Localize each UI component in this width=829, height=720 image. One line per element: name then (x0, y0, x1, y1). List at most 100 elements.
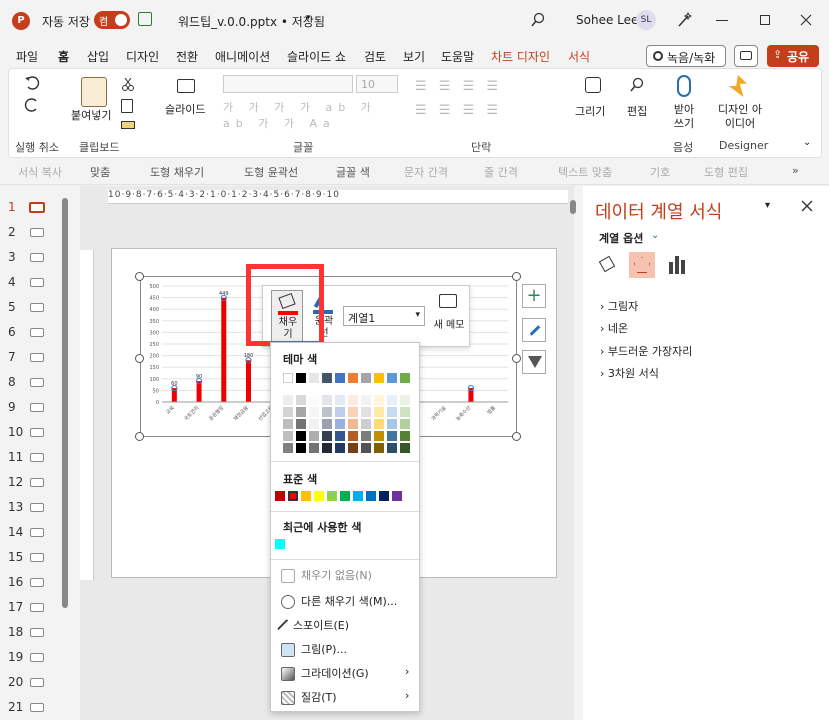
more-icon[interactable]: » (792, 164, 799, 177)
series-options-chevron-icon[interactable]: ⌄ (651, 230, 659, 241)
tab-chart-design[interactable]: 차트 디자인 (491, 48, 550, 65)
draw-icon[interactable] (585, 77, 601, 93)
slide-thumbnail[interactable] (30, 378, 44, 387)
align-button[interactable]: 맞춤 (90, 164, 110, 180)
theme-shade-swatch[interactable] (400, 443, 410, 453)
cut-icon[interactable] (121, 77, 135, 91)
slide-thumbnail[interactable] (29, 202, 45, 213)
series-options-tab-icon[interactable] (669, 256, 687, 274)
slide-thumbnail[interactable] (30, 228, 44, 237)
record-button[interactable]: 녹음/녹화 (646, 45, 726, 67)
search-icon[interactable] (530, 12, 546, 28)
slide-thumbnail[interactable] (30, 503, 44, 512)
font-size-select[interactable]: 10 (356, 75, 398, 93)
tab-review[interactable]: 검토 (364, 48, 386, 65)
tab-view[interactable]: 보기 (403, 48, 425, 65)
theme-color-swatch[interactable] (283, 373, 293, 383)
chart-styles-button[interactable] (522, 318, 546, 342)
user-name[interactable]: Sohee Lee (576, 13, 638, 27)
theme-shade-swatch[interactable] (322, 395, 332, 405)
theme-shade-swatch[interactable] (374, 419, 384, 429)
theme-shade-swatch[interactable] (296, 407, 306, 417)
designer-label[interactable]: 디자인 아이디어 (715, 103, 765, 131)
theme-shade-swatch[interactable] (322, 407, 332, 417)
thumbnail-scrollbar[interactable] (62, 198, 68, 608)
theme-shade-swatch[interactable] (348, 395, 358, 405)
new-memo-button[interactable]: 새 메모 (429, 292, 469, 342)
theme-color-swatch[interactable] (335, 373, 345, 383)
theme-shade-swatch[interactable] (387, 419, 397, 429)
theme-shade-swatch[interactable] (374, 431, 384, 441)
tab-transitions[interactable]: 전환 (176, 48, 198, 65)
edit-label[interactable]: 편집 (627, 103, 647, 119)
slide-thumbnail[interactable] (30, 278, 44, 287)
close-icon[interactable] (800, 14, 812, 26)
theme-shade-swatch[interactable] (335, 395, 345, 405)
standard-color-swatch[interactable] (392, 491, 402, 501)
theme-shade-swatch[interactable] (361, 407, 371, 417)
glow-section[interactable]: › 네온 (600, 320, 628, 336)
theme-shade-swatch[interactable] (309, 395, 319, 405)
dictate-label[interactable]: 받아쓰기 (669, 103, 699, 131)
title-dropdown-icon[interactable]: ▾ (306, 13, 311, 23)
theme-shade-swatch[interactable] (374, 443, 384, 453)
canvas-scrollbar[interactable] (570, 200, 576, 214)
picture-item[interactable]: 그림(P)... (281, 641, 347, 657)
paste-icon[interactable] (81, 77, 107, 107)
theme-shade-swatch[interactable] (322, 443, 332, 453)
outline-button[interactable]: 윤곽선 (309, 290, 339, 344)
gradient-item[interactable]: 그라데이션(G) (281, 665, 369, 681)
format-painter-icon[interactable] (121, 121, 135, 129)
eyedropper-item[interactable]: 스포이트(E) (276, 617, 349, 634)
theme-shade-swatch[interactable] (348, 431, 358, 441)
shadow-section[interactable]: › 그림자 (600, 298, 638, 314)
format-painter-button[interactable]: 서식 복사 (18, 164, 62, 180)
theme-color-swatch[interactable] (309, 373, 319, 383)
copy-icon[interactable] (121, 99, 133, 113)
slide-thumbnail[interactable] (30, 353, 44, 362)
theme-shade-swatch[interactable] (374, 407, 384, 417)
theme-shade-swatch[interactable] (400, 431, 410, 441)
theme-shade-swatch[interactable] (348, 443, 358, 453)
tab-design[interactable]: 디자인 (126, 48, 159, 65)
text-align-button[interactable]: 텍스트 맞춤 (558, 164, 612, 180)
minimize-button[interactable] (716, 20, 728, 21)
slide-thumbnail[interactable] (30, 428, 44, 437)
fill-button[interactable]: 채우기 (271, 290, 303, 344)
tab-slideshow[interactable]: 슬라이드 쇼 (287, 48, 346, 65)
slide-thumbnail[interactable] (30, 553, 44, 562)
theme-shade-swatch[interactable] (335, 431, 345, 441)
new-slide-icon[interactable] (177, 79, 195, 93)
slide-thumbnail[interactable] (30, 453, 44, 462)
theme-shade-swatch[interactable] (296, 443, 306, 453)
theme-shade-swatch[interactable] (309, 431, 319, 441)
resize-handle-mr[interactable] (512, 354, 521, 363)
theme-shade-swatch[interactable] (296, 431, 306, 441)
find-icon[interactable] (629, 77, 645, 93)
draw-label[interactable]: 그리기 (575, 103, 605, 119)
theme-color-swatch[interactable] (322, 373, 332, 383)
comment-button[interactable] (734, 45, 758, 67)
standard-color-swatch[interactable] (340, 491, 350, 501)
effects-tab-icon[interactable] (629, 252, 655, 278)
theme-shade-swatch[interactable] (387, 407, 397, 417)
standard-color-swatch[interactable] (327, 491, 337, 501)
theme-color-swatch[interactable] (387, 373, 397, 383)
theme-shade-swatch[interactable] (361, 443, 371, 453)
pane-options-chevron-icon[interactable]: ▾ (765, 200, 770, 211)
theme-shade-swatch[interactable] (335, 419, 345, 429)
series-select[interactable]: 계열1 ▾ (343, 306, 425, 326)
theme-shade-swatch[interactable] (361, 431, 371, 441)
edit-shape-button[interactable]: 도형 편집 (704, 164, 748, 180)
soft-edges-section[interactable]: › 부드러운 가장자리 (600, 343, 692, 359)
fill-line-tab-icon[interactable] (597, 254, 619, 276)
resize-handle-tr[interactable] (512, 272, 521, 281)
collapse-ribbon-icon[interactable]: ⌄ (803, 137, 811, 148)
recent-color-swatch[interactable] (275, 539, 285, 549)
slide-thumbnail[interactable] (30, 578, 44, 587)
chart-filters-button[interactable] (522, 350, 546, 374)
theme-color-swatch[interactable] (348, 373, 358, 383)
theme-shade-swatch[interactable] (309, 443, 319, 453)
no-fill-item[interactable]: 채우기 없음(N) (281, 567, 372, 583)
slide-thumbnail[interactable] (30, 303, 44, 312)
